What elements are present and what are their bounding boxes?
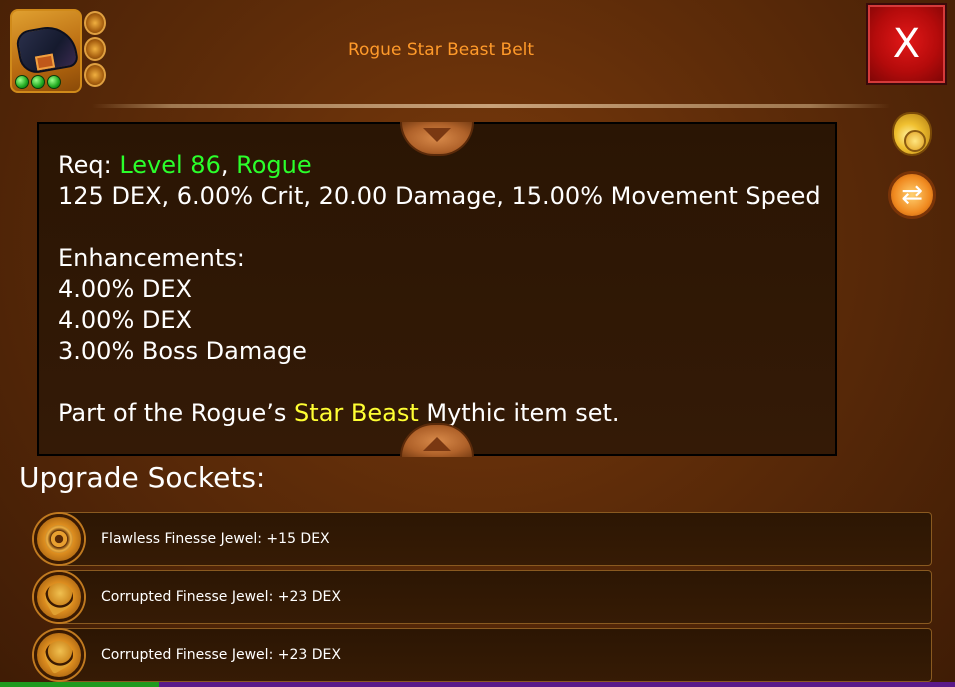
sell-button[interactable] [888, 110, 936, 158]
socket-label: Flawless Finesse Jewel: +15 DEX [101, 531, 330, 547]
mini-socket-icon [84, 63, 106, 87]
corrupted-jewel-icon[interactable] [34, 630, 84, 680]
required-level: Level 86 [119, 151, 221, 179]
enhancements-heading: Enhancements: [58, 244, 245, 272]
swap-icon: ⇄ [901, 180, 923, 210]
set-name: Star Beast [294, 399, 419, 427]
socket-row[interactable]: Flawless Finesse Jewel: +15 DEX [55, 512, 932, 566]
socket-row[interactable]: Corrupted Finesse Jewel: +23 DEX [55, 628, 932, 682]
coin-bag-icon [892, 112, 932, 156]
bottom-tab-strip [0, 682, 955, 687]
rarity-dot [15, 75, 29, 89]
socket-label: Corrupted Finesse Jewel: +23 DEX [101, 647, 341, 663]
rarity-dot [47, 75, 61, 89]
chevron-up-icon [423, 437, 451, 451]
item-description: Req: Level 86, Rogue 125 DEX, 6.00% Crit… [37, 122, 837, 456]
stats-line: 125 DEX, 6.00% Crit, 20.00 Damage, 15.00… [58, 182, 821, 210]
socket-row[interactable]: Corrupted Finesse Jewel: +23 DEX [55, 570, 932, 624]
bottom-tab[interactable] [795, 682, 955, 687]
bottom-tab[interactable] [636, 682, 796, 687]
sockets-heading: Upgrade Sockets: [19, 461, 266, 494]
bottom-tab[interactable] [318, 682, 478, 687]
swap-button[interactable]: ⇄ [888, 171, 936, 219]
bottom-tab[interactable] [159, 682, 319, 687]
divider [92, 104, 890, 108]
enhancement-line: 4.00% DEX [58, 306, 192, 334]
enhancement-line: 3.00% Boss Damage [58, 337, 307, 365]
bottom-tab[interactable] [477, 682, 637, 687]
bottom-tab[interactable] [0, 682, 160, 687]
corrupted-jewel-icon[interactable] [34, 572, 84, 622]
socket-label: Corrupted Finesse Jewel: +23 DEX [101, 589, 341, 605]
enhancement-line: 4.00% DEX [58, 275, 192, 303]
rarity-dot [31, 75, 45, 89]
mini-socket-icon [84, 11, 106, 35]
item-title: Rogue Star Beast Belt [347, 40, 535, 60]
flawless-jewel-icon[interactable] [34, 514, 84, 564]
rarity-dots [15, 75, 61, 89]
chevron-down-icon [423, 128, 451, 142]
required-class: Rogue [236, 151, 312, 179]
close-button[interactable]: X [866, 3, 947, 85]
